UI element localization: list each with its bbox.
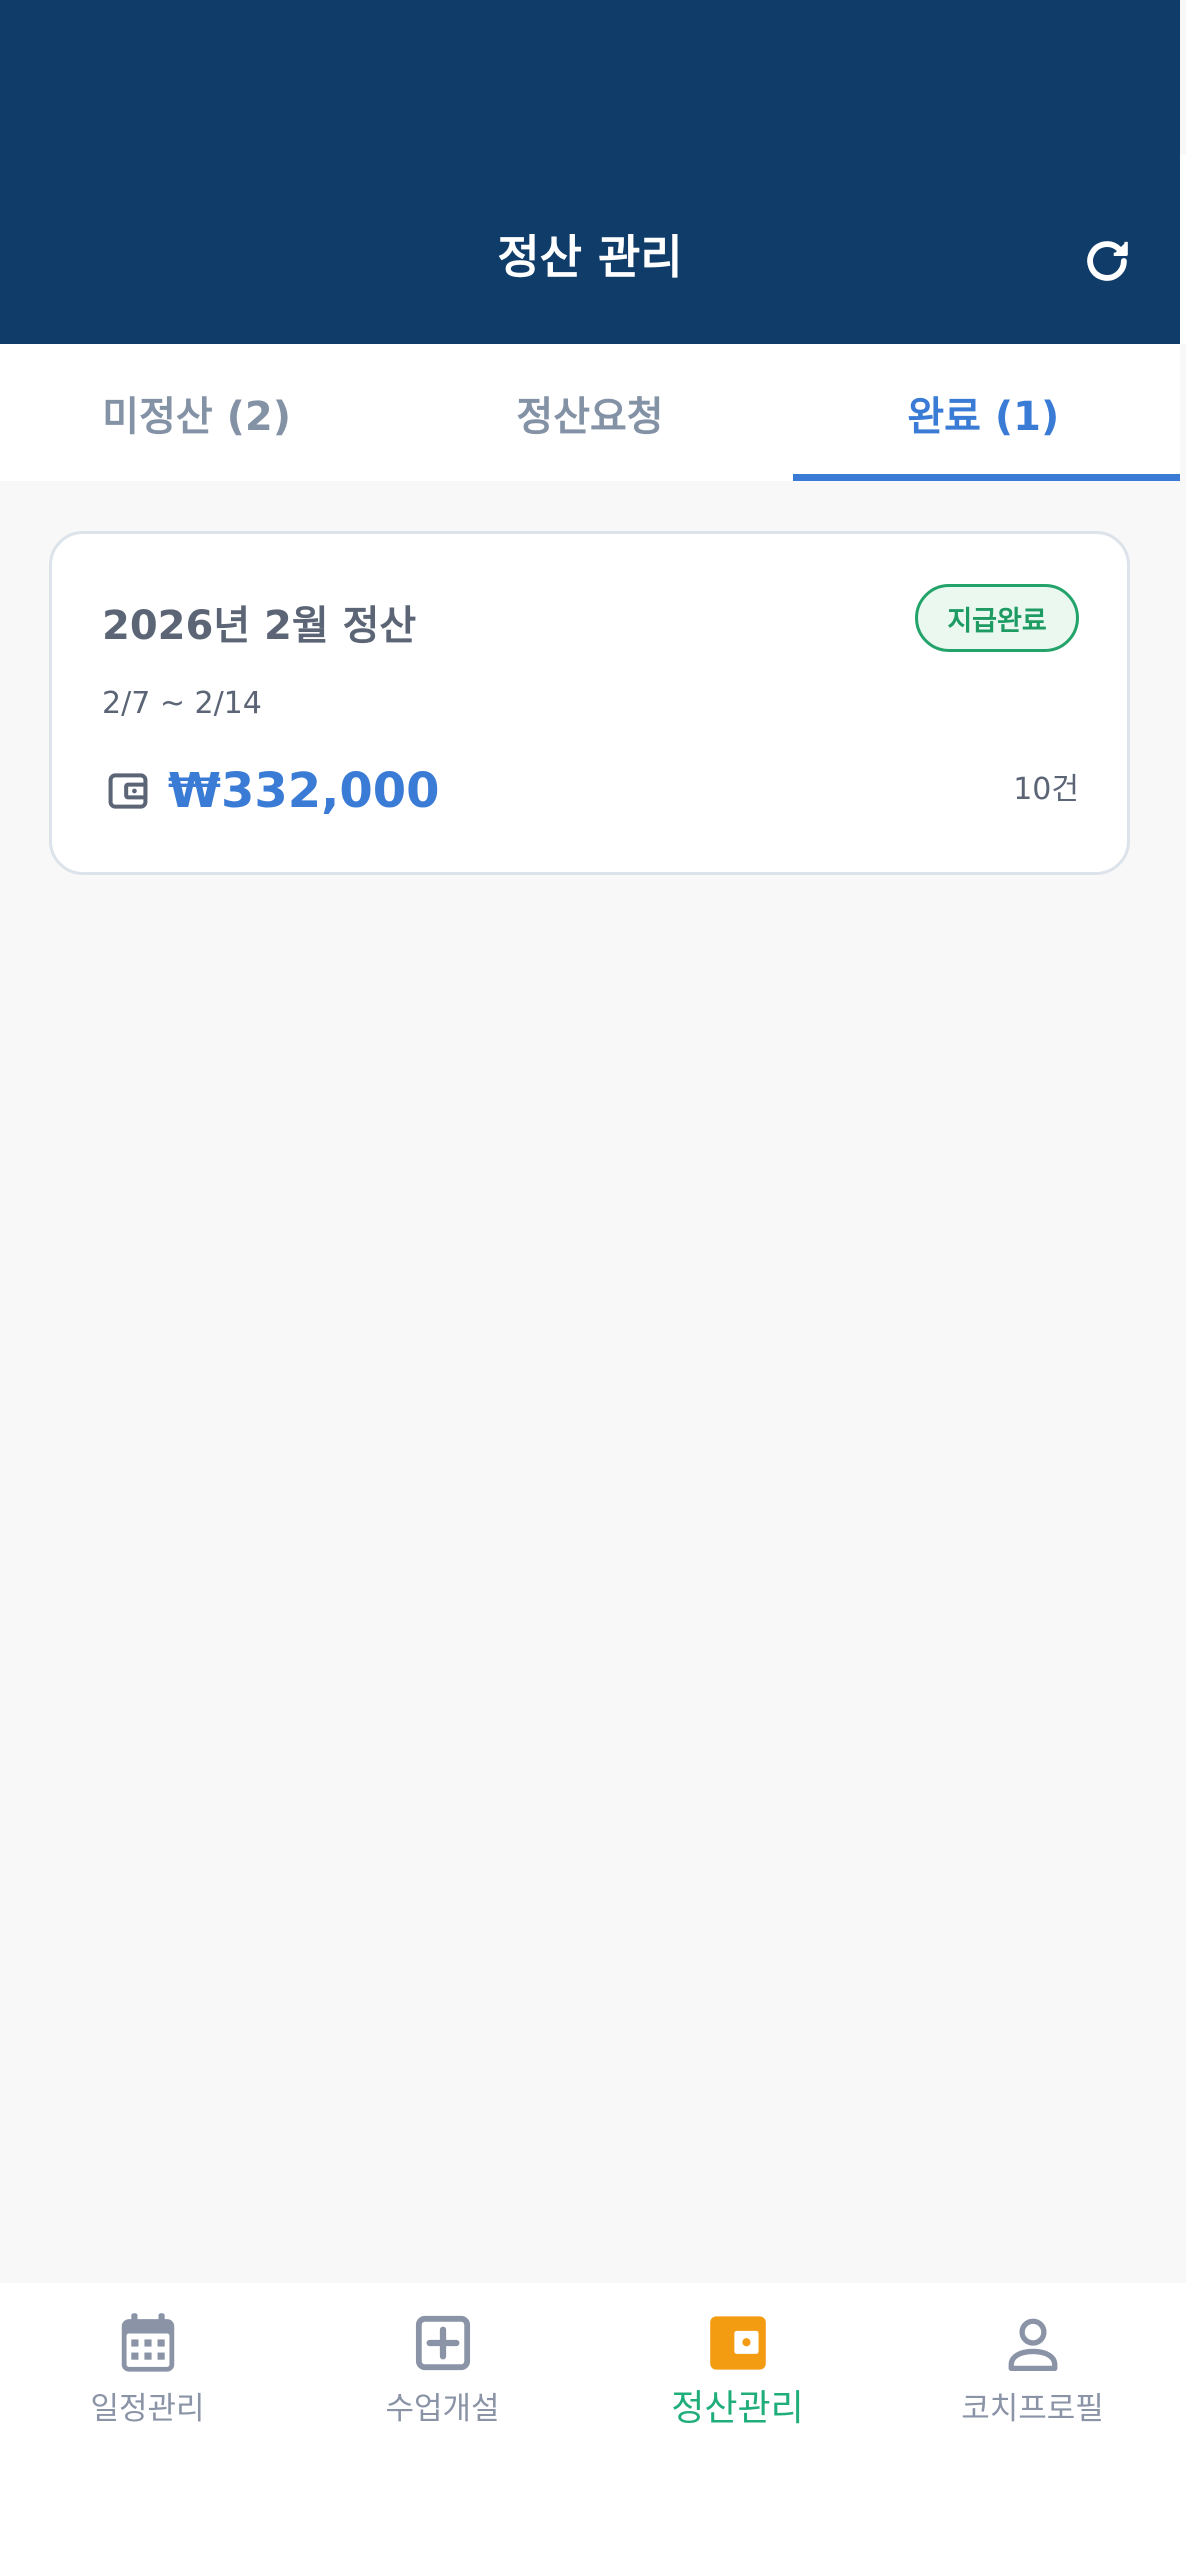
nav-label-schedule: 일정관리 [90, 2391, 205, 2427]
person-icon [1001, 2311, 1065, 2375]
tab-completed[interactable]: 완료 (1) [787, 344, 1181, 481]
status-badge: 지급완료 [915, 584, 1079, 652]
nav-label-create-class: 수업개설 [385, 2391, 500, 2427]
wallet-icon [706, 2311, 770, 2375]
settlement-period: 2/7 ~ 2/14 [102, 686, 262, 721]
bottom-navigation: 일정관리 수업개설 정산관리 코치프로필 [0, 2283, 1186, 2556]
nav-label-settlement: 정산관리 [671, 2388, 804, 2429]
nav-item-settlement[interactable]: 정산관리 [590, 2283, 885, 2483]
app-header: 정산 관리 [0, 0, 1180, 344]
page-title: 정산 관리 [497, 230, 683, 284]
header-edge-divider [1180, 155, 1186, 344]
nav-label-coach-profile: 코치프로필 [961, 2391, 1104, 2427]
tab-unsettled[interactable]: 미정산 (2) [0, 344, 393, 481]
plus-square-icon [411, 2311, 475, 2375]
nav-item-coach-profile[interactable]: 코치프로필 [885, 2283, 1180, 2483]
settlement-amount: ₩332,000 [168, 763, 440, 819]
wallet-icon [108, 773, 148, 809]
settlement-count: 10건 [1013, 772, 1079, 807]
calendar-icon [116, 2311, 180, 2375]
app-screen: 정산 관리 미정산 (2) 정산요청 완료 (1) 2026년 2월 정산 지급… [0, 0, 1186, 2556]
nav-item-schedule[interactable]: 일정관리 [0, 2283, 295, 2483]
settlement-tabs: 미정산 (2) 정산요청 완료 (1) [0, 344, 1181, 481]
refresh-button[interactable] [1078, 232, 1136, 290]
refresh-icon [1087, 241, 1128, 281]
settlement-card[interactable]: 2026년 2월 정산 지급완료 2/7 ~ 2/14 ₩332,000 10건 [49, 531, 1130, 875]
tab-settlement-request[interactable]: 정산요청 [393, 344, 786, 481]
settlement-title: 2026년 2월 정산 [102, 603, 417, 649]
nav-item-create-class[interactable]: 수업개설 [295, 2283, 590, 2483]
settlement-list: 2026년 2월 정산 지급완료 2/7 ~ 2/14 ₩332,000 10건 [0, 481, 1180, 2283]
